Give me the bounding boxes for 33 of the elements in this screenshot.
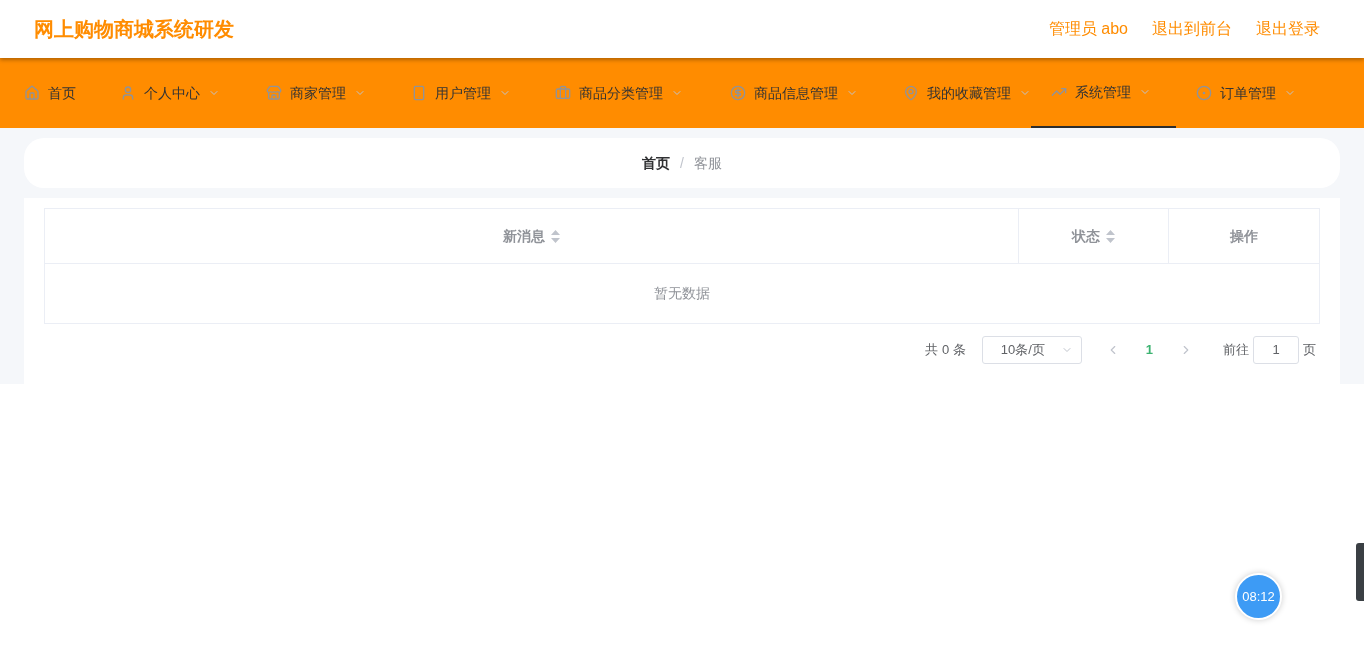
dollar-icon: [730, 85, 746, 101]
side-widget[interactable]: [1356, 543, 1364, 601]
nav-menu-item[interactable]: 商品信息管理: [710, 58, 883, 128]
nav-menu-item[interactable]: 用户管理: [391, 58, 535, 128]
home-icon: [24, 85, 40, 101]
nav-menu-item[interactable]: 个人中心: [100, 58, 246, 128]
nav-menu-item[interactable]: 商家管理: [246, 58, 391, 128]
goto-page-field[interactable]: 1: [1253, 336, 1299, 364]
map-pin-icon: [903, 85, 919, 101]
nav-menu-item[interactable]: 订单管理: [1176, 58, 1306, 128]
page-size-select[interactable]: 10条/页: [981, 336, 1082, 364]
column-header[interactable]: 状态: [1019, 209, 1169, 263]
site-title: 网上购物商城系统研发: [34, 17, 234, 42]
page-suffix: 页: [1303, 341, 1316, 360]
timer-badge: 08:12: [1235, 573, 1282, 620]
store-icon: [266, 85, 282, 101]
goto-label: 前往: [1223, 341, 1249, 360]
breadcrumb-link[interactable]: 客服: [693, 152, 722, 174]
column-header[interactable]: 操作: [1169, 209, 1319, 263]
nav-menu-item[interactable]: 商品分类管理: [535, 58, 710, 128]
empty-text: 暂无数据: [654, 284, 710, 303]
sort-icon[interactable]: [1106, 229, 1115, 243]
nav-menu-item[interactable]: 首页: [4, 58, 100, 128]
breadcrumb-separator: /: [680, 153, 684, 173]
total-count: 共 0 条: [925, 341, 966, 360]
sort-icon[interactable]: [551, 229, 560, 243]
user-icon: [120, 85, 136, 101]
nav-menu-item[interactable]: 我的收藏管理: [883, 58, 1031, 128]
phone-icon: [411, 85, 427, 101]
target-icon: [1196, 85, 1212, 101]
briefcase-icon: [555, 85, 571, 101]
column-header[interactable]: 新消息: [45, 209, 1019, 263]
breadcrumb-link[interactable]: 首页: [642, 152, 671, 174]
